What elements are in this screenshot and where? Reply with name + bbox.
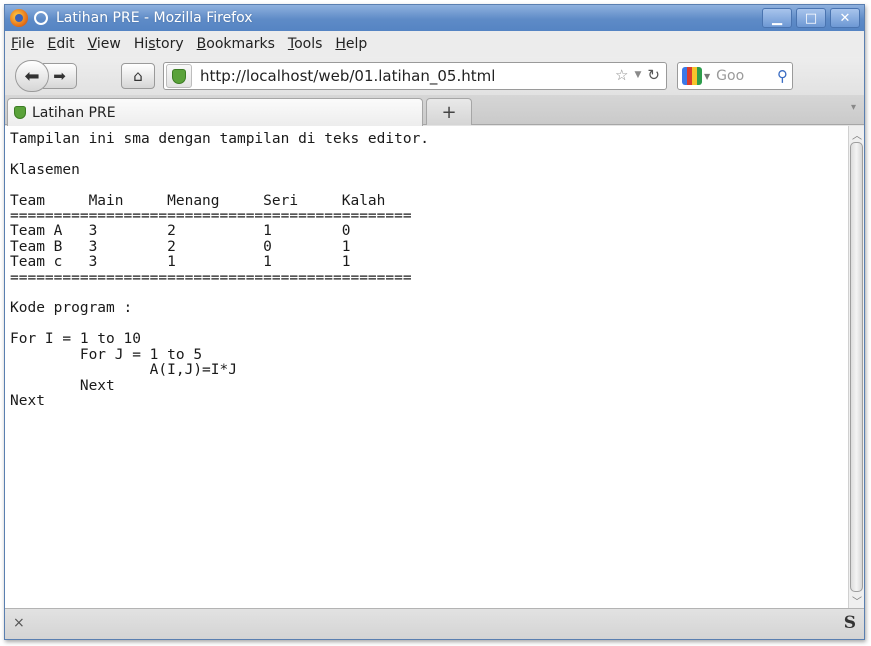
google-icon[interactable] bbox=[682, 67, 702, 85]
site-identity-button[interactable] bbox=[166, 64, 192, 88]
title-bar[interactable]: Latihan PRE - Mozilla Firefox ▁ □ ✕ bbox=[5, 5, 864, 31]
maximize-button[interactable]: □ bbox=[796, 8, 826, 28]
search-engine-dropdown-icon[interactable]: ▼ bbox=[704, 72, 710, 81]
window-menu-icon[interactable] bbox=[34, 11, 48, 25]
magnifier-icon[interactable]: ⚲ bbox=[777, 67, 788, 85]
preformatted-text: Tampilan ini sma dengan tampilan di teks… bbox=[10, 131, 430, 409]
vertical-scrollbar[interactable]: ︿ ﹀ bbox=[848, 126, 864, 608]
forward-arrow-icon: ➡ bbox=[53, 67, 66, 85]
menu-bookmarks[interactable]: Bookmarks bbox=[197, 36, 275, 52]
dropdown-arrow-icon[interactable]: ▼ bbox=[635, 70, 642, 80]
menu-tools[interactable]: Tools bbox=[288, 36, 323, 52]
menu-history[interactable]: History bbox=[134, 36, 184, 52]
scroll-thumb[interactable] bbox=[850, 142, 863, 592]
addon-s-icon[interactable]: S bbox=[844, 613, 856, 633]
star-icon[interactable]: ☆ bbox=[615, 66, 628, 84]
home-icon: ⌂ bbox=[133, 67, 143, 85]
back-button[interactable]: ⬅ bbox=[15, 60, 49, 92]
scroll-up-icon[interactable]: ︿ bbox=[849, 126, 864, 142]
navigation-toolbar: ⬅ ➡ ⌂ http://localhost/web/01.latihan_05… bbox=[5, 57, 864, 95]
url-bar-actions: ☆ ▼ ↻ bbox=[615, 66, 660, 84]
maximize-icon: □ bbox=[804, 10, 818, 26]
plus-icon: + bbox=[441, 101, 457, 123]
minimize-icon: ▁ bbox=[772, 10, 782, 26]
menu-help[interactable]: Help bbox=[335, 36, 367, 52]
reload-icon[interactable]: ↻ bbox=[647, 66, 660, 84]
tab-list-chevron-icon[interactable]: ▾ bbox=[851, 102, 856, 113]
close-addon-bar-icon[interactable]: × bbox=[13, 615, 25, 631]
firefox-logo-icon[interactable] bbox=[10, 9, 28, 27]
tab-title: Latihan PRE bbox=[32, 104, 116, 121]
close-icon: ✕ bbox=[839, 10, 851, 26]
search-box[interactable]: ▼ Goo ⚲ bbox=[677, 62, 793, 90]
url-text: http://localhost/web/01.latihan_05.html bbox=[200, 67, 496, 85]
search-placeholder: Goo bbox=[716, 68, 745, 84]
close-button[interactable]: ✕ bbox=[830, 8, 860, 28]
home-button[interactable]: ⌂ bbox=[121, 63, 155, 89]
window-controls: ▁ □ ✕ bbox=[762, 8, 860, 28]
tab-latihan-pre[interactable]: Latihan PRE bbox=[7, 98, 423, 126]
menu-view[interactable]: View bbox=[88, 36, 121, 52]
back-forward-group: ⬅ ➡ bbox=[15, 60, 111, 92]
url-bar[interactable]: http://localhost/web/01.latihan_05.html … bbox=[163, 62, 667, 90]
menu-edit[interactable]: Edit bbox=[47, 36, 74, 52]
scroll-down-icon[interactable]: ﹀ bbox=[849, 592, 864, 608]
tab-bar: Latihan PRE + ▾ bbox=[5, 95, 864, 126]
tab-favicon-icon bbox=[14, 106, 26, 119]
page-content: Tampilan ini sma dengan tampilan di teks… bbox=[5, 126, 848, 608]
shield-icon bbox=[172, 68, 186, 84]
back-arrow-icon: ⬅ bbox=[24, 65, 40, 87]
new-tab-button[interactable]: + bbox=[426, 98, 472, 125]
minimize-button[interactable]: ▁ bbox=[762, 8, 792, 28]
browser-window: Latihan PRE - Mozilla Firefox ▁ □ ✕ File… bbox=[4, 4, 865, 640]
menu-file[interactable]: File bbox=[11, 36, 34, 52]
menu-bar: File Edit View History Bookmarks Tools H… bbox=[5, 31, 864, 57]
status-bar: × S bbox=[5, 608, 864, 639]
window-title: Latihan PRE - Mozilla Firefox bbox=[56, 10, 253, 26]
